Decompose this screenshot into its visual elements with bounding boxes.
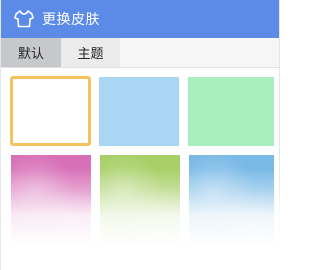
tab-theme[interactable]: 主题 bbox=[61, 38, 120, 67]
skin-swatch-white[interactable] bbox=[10, 76, 91, 146]
tab-default-label: 默认 bbox=[17, 47, 44, 62]
skin-swatch-sky-blue[interactable] bbox=[189, 155, 274, 260]
skin-swatch-pink-magenta[interactable] bbox=[11, 155, 91, 260]
window-title: 更换皮肤 bbox=[42, 12, 100, 28]
skin-swatch-light-green[interactable] bbox=[188, 77, 274, 146]
tab-default[interactable]: 默认 bbox=[1, 38, 61, 67]
skin-grid bbox=[9, 75, 274, 265]
tab-theme-label: 主题 bbox=[77, 47, 104, 62]
skin-panel: 更换皮肤 默认 主题 bbox=[0, 0, 281, 270]
tab-bar: 默认 主题 bbox=[1, 38, 279, 68]
title-bar: 更换皮肤 bbox=[1, 0, 279, 38]
tshirt-icon bbox=[12, 7, 36, 31]
skin-swatch-light-blue[interactable] bbox=[99, 77, 179, 146]
skin-swatch-lime-green[interactable] bbox=[100, 155, 180, 260]
